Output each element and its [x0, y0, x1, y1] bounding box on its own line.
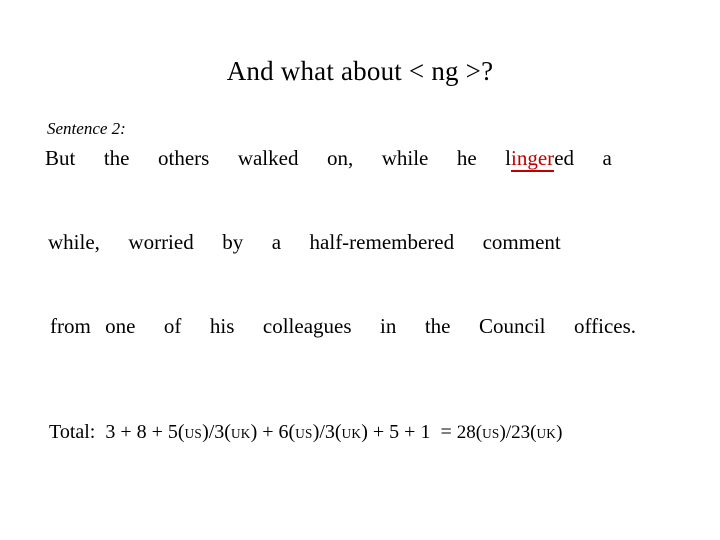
- total-expr-1: 3 + 8 + 5(: [105, 421, 185, 443]
- body-text-block: Sentence 2: But the others walked on, wh…: [45, 118, 685, 339]
- total-equals-sign: =: [440, 421, 452, 443]
- sentence-line-1-pre: But the others walked on, while he l: [45, 146, 512, 170]
- slide-canvas: And what about < ng >? Sentence 2: But t…: [0, 0, 720, 540]
- total-label: Total:: [49, 421, 96, 443]
- total-expr-4: )/3(: [312, 421, 342, 443]
- total-spacer-2: [430, 421, 440, 443]
- highlighted-ng-substring: inger: [511, 146, 555, 172]
- total-smallcaps-uk-3: UK: [536, 426, 557, 441]
- total-smallcaps-uk-1: UK: [230, 426, 251, 441]
- total-result-1: 28(: [456, 422, 483, 443]
- total-line: Total: 3 + 8 + 5(US)/3(UK) + 6(US)/3(UK)…: [49, 419, 562, 447]
- page-title: And what about < ng >?: [226, 56, 494, 86]
- sentence-line-2: while, worried by a half-remembered comm…: [48, 230, 561, 254]
- total-smallcaps-us-1: US: [184, 426, 203, 441]
- sentence-label: Sentence 2:: [47, 119, 126, 138]
- total-expr-3: ) + 6(: [250, 421, 296, 443]
- total-expr-2: )/3(: [202, 421, 231, 443]
- total-result-2: )/23(: [499, 422, 537, 443]
- sentence-line-3: from one of his colleagues in the Counci…: [50, 314, 637, 338]
- total-result-3: ): [556, 422, 563, 443]
- total-smallcaps-uk-2: UK: [341, 426, 362, 441]
- sentence-line-1: But the others walked on, while he linge…: [45, 145, 685, 172]
- total-expr-5: ) + 5 + 1: [361, 421, 431, 443]
- total-smallcaps-us-3: US: [482, 426, 500, 441]
- total-spacer-1: [95, 421, 105, 443]
- sentence-line-1-post: ed a: [554, 146, 612, 170]
- total-smallcaps-us-2: US: [295, 426, 313, 441]
